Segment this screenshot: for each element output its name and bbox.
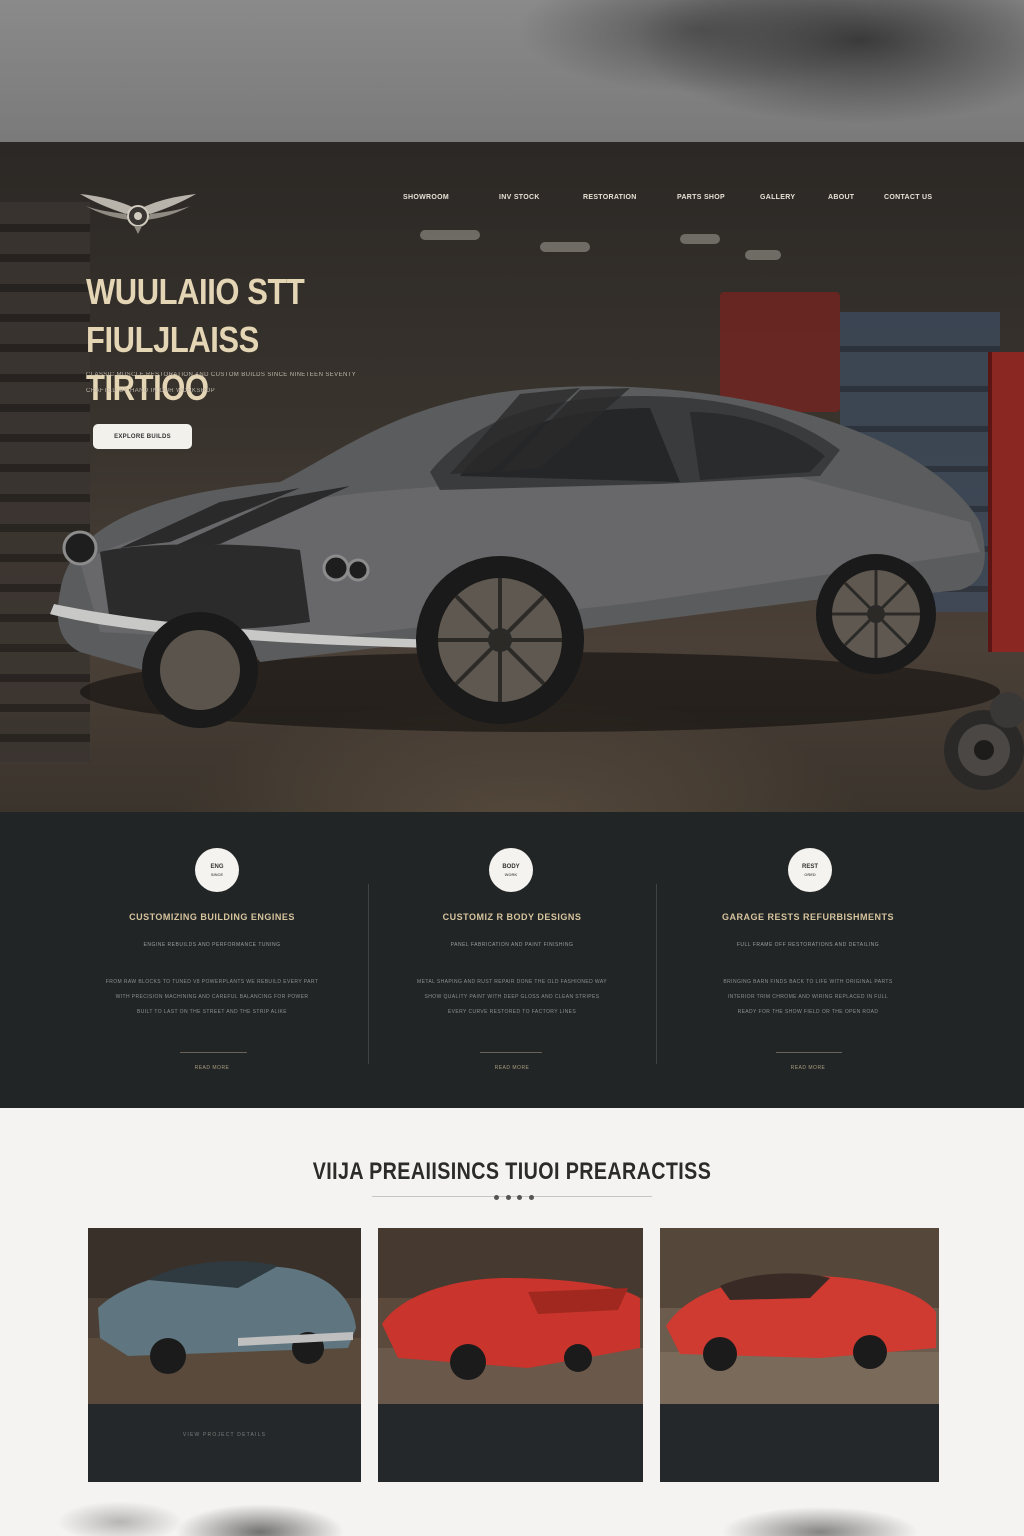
feature-text-line: INTERIOR TRIM CHROME AND WIRING REPLACED… (727, 994, 889, 1000)
restore-badge-icon: REST ORED (788, 848, 832, 892)
feature-text-line: WITH PRECISION MACHINING AND CAREFUL BAL… (115, 994, 309, 1000)
ceiling-light (420, 230, 480, 240)
feature-title: GARAGE RESTS REFURBISHMENTS (721, 912, 894, 922)
feature-title: CUSTOMIZ R BODY DESIGNS (442, 912, 582, 922)
feature-text-line: READY FOR THE SHOW FIELD OR THE OPEN ROA… (737, 1009, 879, 1015)
gallery-car-photo (378, 1228, 643, 1404)
feature-icon-label: ENG (210, 863, 224, 870)
feature-icon-sublabel: SINCE (210, 871, 224, 877)
nav-item-showroom[interactable]: SHOWROOM (403, 194, 449, 201)
feature-icon-sublabel: ORED (804, 871, 816, 877)
gallery-car-photo (88, 1228, 361, 1404)
hero-title-line1: WUULAIIO STT (86, 271, 305, 312)
gallery-title: VIIJA PREAIISINCS TIUOI PREARACTISS (312, 1158, 712, 1185)
gallery-pagination-dots[interactable] (494, 1195, 534, 1201)
gallery-dot[interactable] (528, 1195, 534, 1200)
feature-title: CUSTOMIZING BUILDING ENGINES (129, 912, 295, 922)
nav-item-about[interactable]: ABOUT (828, 194, 854, 201)
nav-item-contact[interactable]: CONTACT US (884, 194, 932, 201)
hero-muscle-car (50, 386, 1000, 732)
gallery-card[interactable]: VIEW PROJECT DETAILS (88, 1228, 361, 1482)
gallery-card[interactable] (660, 1228, 939, 1482)
feature-icon-label: REST (801, 863, 818, 870)
top-smoke-banner (0, 0, 1024, 142)
feature-text-line: BRINGING BARN FINDS BACK TO LIFE WITH OR… (723, 979, 893, 985)
gallery-car-photo (660, 1228, 939, 1404)
feature-divider (368, 884, 369, 1064)
features-section: ENG SINCE CUSTOMIZING BUILDING ENGINES E… (0, 812, 1024, 1108)
feature-read-more-link[interactable]: READ MORE (362, 1065, 662, 1071)
feature-tagline: FULL FRAME OFF RESTORATIONS AND DETAILIN… (736, 942, 880, 948)
feature-tagline: ENGINE REBUILDS AND PERFORMANCE TUNING (143, 942, 281, 948)
gallery-dot[interactable] (517, 1195, 523, 1200)
feature-text-line: FROM RAW BLOCKS TO TUNED V8 POWERPLANTS … (105, 979, 319, 985)
feature-text-line: BUILT TO LAST ON THE STREET AND THE STRI… (137, 1009, 287, 1015)
feature-rule (480, 1052, 542, 1053)
ceiling-light (680, 234, 720, 244)
feature-text-line: SHOW QUALITY PAINT WITH DEEP GLOSS AND C… (424, 994, 600, 1000)
gallery-card-caption: VIEW PROJECT DETAILS (182, 1432, 267, 1438)
engine-badge-icon: ENG SINCE (195, 848, 239, 892)
nav-item-gallery[interactable]: GALLERY (760, 194, 795, 201)
main-nav: SHOWROOM INV STOCK RESTORATION PARTS SHO… (0, 194, 1024, 206)
body-badge-icon: BODY WORK (489, 848, 533, 892)
bottom-smoke-decoration (0, 1482, 1024, 1536)
feature-divider (656, 884, 657, 1064)
feature-tagline: PANEL FABRICATION AND PAINT FINISHING (450, 942, 574, 948)
feature-text-line: METAL SHAPING AND RUST REPAIR DONE THE O… (417, 979, 607, 985)
feature-rule (180, 1052, 247, 1053)
feature-rule (776, 1052, 842, 1053)
nav-item-parts[interactable]: PARTS SHOP (677, 194, 725, 201)
gallery-dot[interactable] (505, 1195, 511, 1200)
feature-read-more-link[interactable]: READ MORE (62, 1065, 362, 1071)
feature-read-more-link[interactable]: READ MORE (658, 1065, 958, 1071)
gallery-dot[interactable] (494, 1195, 499, 1200)
engine-wheel-prop (944, 692, 1024, 790)
feature-text-line: EVERY CURVE RESTORED TO FACTORY LINES (447, 1009, 577, 1015)
ceiling-light (745, 250, 781, 260)
feature-icon-label: BODY (502, 863, 520, 870)
gallery-card[interactable] (378, 1228, 643, 1482)
feature-icon-sublabel: WORK (504, 871, 518, 877)
ceiling-light (540, 242, 590, 252)
nav-item-restoration[interactable]: RESTORATION (583, 194, 637, 201)
nav-item-stock[interactable]: INV STOCK (499, 194, 540, 201)
